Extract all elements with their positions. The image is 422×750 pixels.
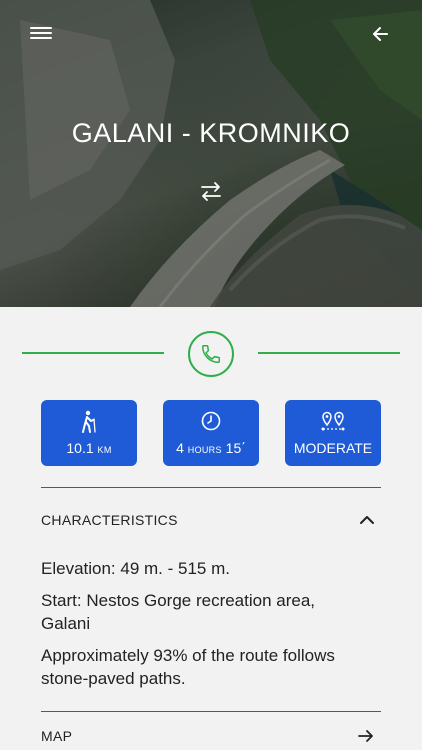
characteristics-heading: CHARACTERISTICS (41, 512, 178, 528)
route-title: GALANI - KROMNIKO (71, 118, 351, 148)
duration-hours: 4 (176, 440, 184, 456)
route-pins-icon (285, 410, 381, 434)
section-rule (41, 487, 381, 488)
distance-card: 10.1 KM (41, 400, 137, 466)
chevron-up-icon[interactable] (359, 515, 375, 525)
swap-direction-icon[interactable] (197, 178, 225, 204)
hero-overlay (0, 0, 422, 307)
divider-right (258, 352, 400, 354)
hiker-icon (41, 410, 137, 434)
duration-card: 4 HOURS 15΄ (163, 400, 259, 466)
difficulty-card: MODERATE (285, 400, 381, 466)
distance-unit: KM (97, 445, 112, 455)
phone-icon (202, 345, 220, 363)
duration-minutes: 15 (225, 440, 242, 456)
map-heading: MAP (41, 728, 73, 744)
duration-hours-unit: HOURS (187, 445, 222, 455)
map-header[interactable]: MAP (41, 721, 381, 750)
surface-text: Approximately 93% of the route follows s… (41, 646, 335, 688)
difficulty-label: MODERATE (293, 440, 373, 456)
start-text: Start: Nestos Gorge recreation area, Gal… (41, 591, 316, 633)
menu-icon[interactable] (30, 24, 52, 44)
section-rule (41, 711, 381, 712)
divider-left (22, 352, 164, 354)
clock-icon (163, 410, 259, 434)
duration-minutes-mark: ΄ (241, 440, 246, 456)
elevation-text: Elevation: 49 m. - 515 m. (41, 559, 230, 578)
arrow-right-icon[interactable] (357, 728, 375, 744)
characteristics-header[interactable]: CHARACTERISTICS (41, 505, 381, 535)
hero-image: GALANI - KROMNIKO (0, 0, 422, 307)
arrow-left-icon[interactable] (368, 22, 394, 46)
phone-call-button[interactable] (188, 331, 234, 377)
distance-value: 10.1 (66, 440, 94, 456)
